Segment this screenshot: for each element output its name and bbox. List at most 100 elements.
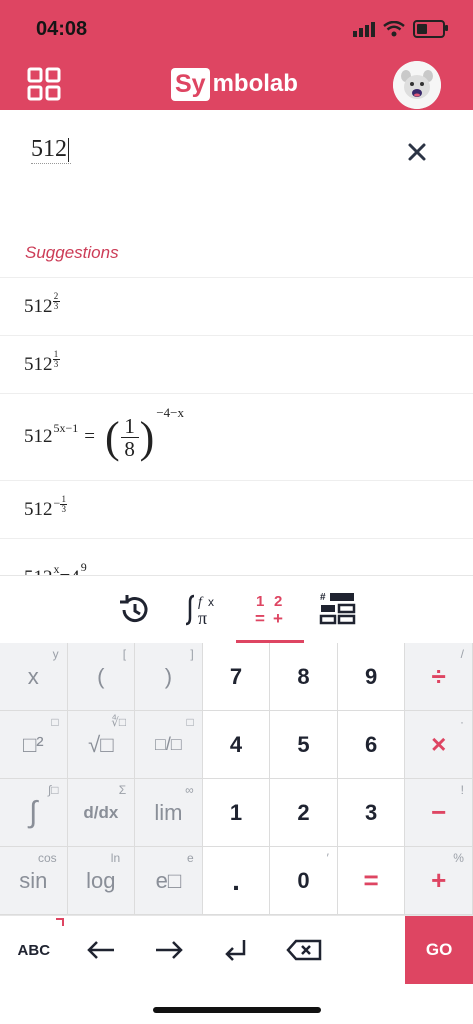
cursor-left-button[interactable] — [68, 916, 136, 984]
battery-icon — [413, 20, 448, 38]
key-2[interactable]: 2 — [270, 779, 338, 847]
history-icon[interactable] — [116, 590, 152, 630]
key-alt-label: [ — [122, 647, 127, 661]
key-label: □² — [22, 731, 44, 757]
suggestion-base: 512 — [24, 498, 53, 520]
keyboard-tabs: f x π 1 2 = + # — [0, 575, 473, 644]
home-indicator[interactable] — [153, 1007, 321, 1013]
key-alt-label: ln — [110, 851, 121, 865]
suggestions-title: Suggestions — [25, 243, 119, 262]
key-0[interactable]: 0 ′ — [270, 847, 338, 915]
abc-button[interactable]: ABC — [0, 916, 68, 984]
equals-sign: = — [60, 567, 71, 575]
fraction-denominator: 8 — [124, 436, 135, 461]
arrow-right-icon — [155, 941, 183, 959]
key-sqrt[interactable]: √□ ∜□ — [67, 711, 136, 779]
key-9[interactable]: 9 — [337, 643, 406, 711]
key-close-paren[interactable]: )] — [135, 643, 203, 711]
suggestion-item[interactable]: 512 − 1 3 — [0, 480, 473, 538]
text-caret — [68, 138, 69, 163]
go-button[interactable]: GO — [405, 916, 473, 984]
suggestion-item[interactable]: 512 x = 4 9 — [0, 538, 473, 575]
svg-text:+: + — [273, 609, 283, 628]
key-alt-label: e — [187, 851, 194, 865]
exp-denominator: 3 — [61, 504, 67, 514]
exp-denominator: 3 — [53, 301, 59, 311]
key-7[interactable]: 7 — [202, 643, 271, 711]
mascot-icon — [393, 61, 441, 109]
status-bar: 04:08 — [0, 0, 473, 56]
suggestion-exponent: 1 3 — [52, 350, 60, 369]
suggestion-item[interactable]: 512 5x−1 = ( 1 8 ) −4−x — [0, 393, 473, 480]
key-label: 9 — [364, 663, 378, 689]
key-exp[interactable]: e□ e — [135, 847, 203, 915]
key-label: 0 — [297, 867, 310, 893]
key-label: log — [86, 867, 116, 893]
suggestion-exponent: 1 3 — [60, 495, 68, 514]
key-open-paren[interactable]: ([ — [67, 643, 136, 711]
key-label: e□ — [155, 867, 182, 893]
key-alt-label: ∜□ — [111, 715, 127, 729]
matrix-tab-icon[interactable]: # — [318, 590, 358, 630]
key-5[interactable]: 5 — [270, 711, 338, 779]
suggestion-item[interactable]: 512 1 3 — [0, 335, 473, 393]
key-1[interactable]: 1 — [202, 779, 271, 847]
key-derivative[interactable]: d/dx Σ — [67, 779, 136, 847]
key-label: . — [232, 864, 240, 896]
suggestions-list: 512 2 3 512 1 3 512 5x−1 = ( 1 8 ) −4−x — [0, 277, 473, 575]
key-alt-label: ∞ — [185, 783, 194, 797]
fraction-paren: ( 1 8 ) — [105, 412, 155, 462]
key-equals[interactable]: = — [337, 847, 406, 915]
key-log[interactable]: log ln — [67, 847, 136, 915]
key-label: = — [363, 865, 379, 895]
key-alt-label: ′ — [326, 851, 329, 865]
key-plus[interactable]: +% — [405, 847, 473, 915]
key-x[interactable]: xy — [0, 643, 68, 711]
suggestion-item[interactable]: 512 2 3 — [0, 277, 473, 335]
svg-text:#: # — [320, 592, 326, 603]
cellular-icon — [353, 21, 375, 37]
backspace-icon — [286, 939, 322, 961]
key-alt-label: Σ — [118, 783, 127, 797]
suggestion-exponent: 5x−1 — [53, 420, 79, 435]
key-4[interactable]: 4 — [202, 711, 271, 779]
key-6[interactable]: 6 — [337, 711, 406, 779]
key-label: 5 — [297, 731, 310, 757]
cursor-right-button[interactable] — [135, 916, 203, 984]
svg-text:=: = — [255, 609, 265, 628]
grid-menu-icon[interactable] — [27, 67, 61, 101]
avatar[interactable] — [393, 61, 441, 109]
enter-button[interactable] — [203, 916, 271, 984]
abc-label: ABC — [17, 941, 51, 959]
key-square[interactable]: □² □ — [0, 711, 68, 779]
key-decimal[interactable]: . — [202, 847, 271, 915]
backspace-button[interactable] — [270, 916, 338, 984]
key-3[interactable]: 3 — [337, 779, 406, 847]
key-fraction[interactable]: □/□ □ — [135, 711, 203, 779]
numbers-tab-icon[interactable]: 1 2 = + — [250, 590, 290, 630]
functions-icon[interactable]: f x π — [184, 590, 224, 630]
key-alt-label: · — [459, 715, 464, 729]
key-alt-label: □ — [51, 715, 59, 729]
key-alt-label: □ — [186, 715, 194, 729]
key-label: ( — [97, 663, 105, 689]
key-8[interactable]: 8 — [270, 643, 338, 711]
key-alt-label: / — [460, 647, 464, 661]
key-divide[interactable]: ÷ / — [405, 643, 473, 711]
key-label: 6 — [364, 731, 378, 757]
expression-input[interactable]: 512 — [31, 136, 71, 164]
key-minus[interactable]: −! — [405, 779, 473, 847]
expression-input-area[interactable]: 512 — [0, 110, 473, 230]
svg-text:1: 1 — [256, 593, 264, 610]
fraction-numerator: 1 — [124, 413, 135, 438]
key-integral[interactable]: ∫ ∫□ — [0, 779, 68, 847]
key-label: × — [431, 729, 447, 759]
svg-text:x: x — [208, 595, 214, 609]
key-alt-label: cos — [38, 851, 57, 865]
clear-icon[interactable] — [405, 140, 429, 164]
enter-icon — [225, 940, 246, 961]
key-sin[interactable]: sin cos — [0, 847, 68, 915]
key-multiply[interactable]: × · — [405, 711, 473, 779]
key-limit[interactable]: lim ∞ — [135, 779, 203, 847]
